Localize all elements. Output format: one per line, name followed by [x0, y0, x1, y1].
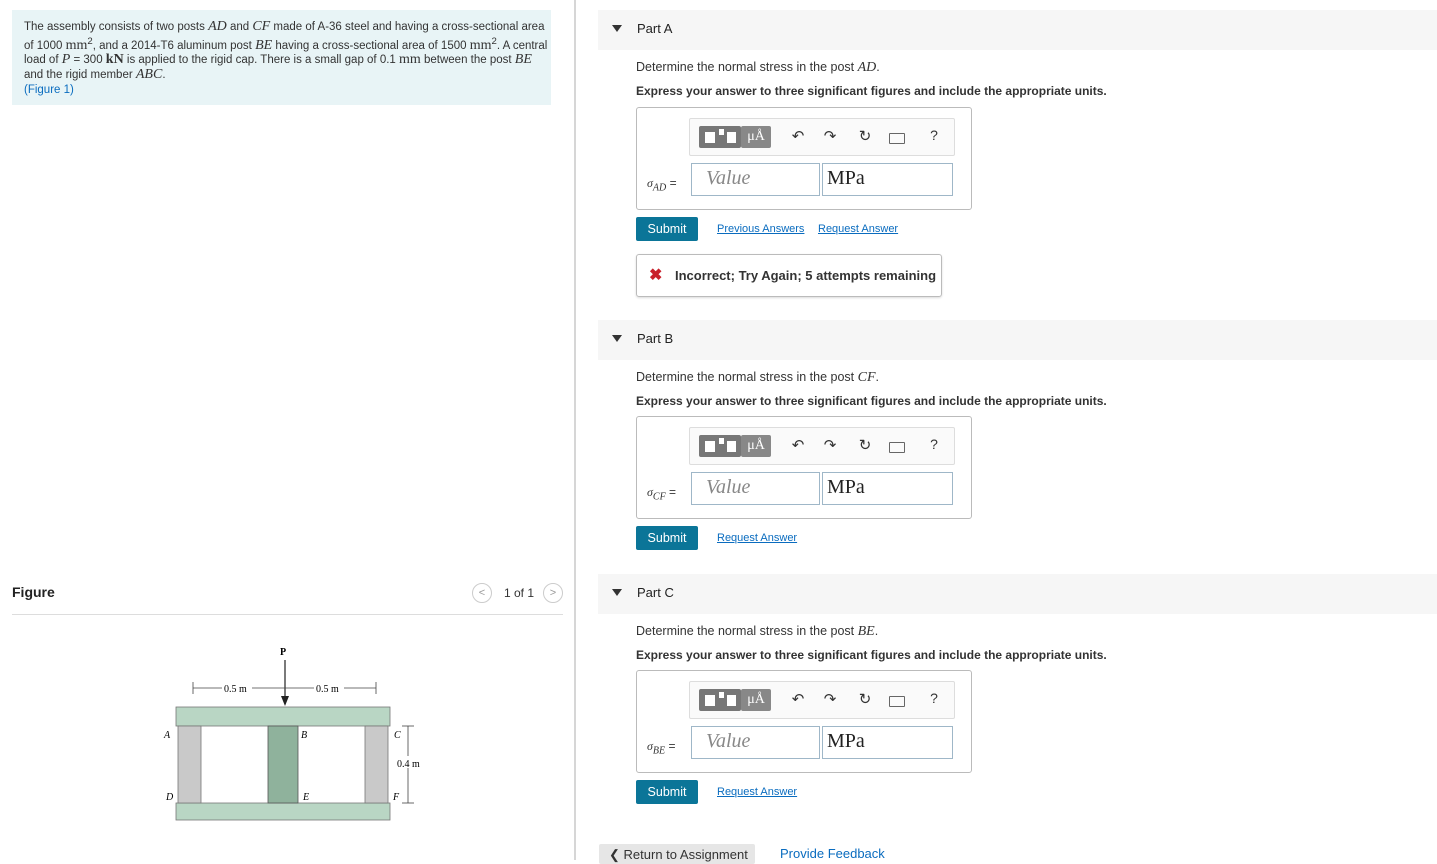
help-icon[interactable]: ? — [924, 127, 944, 143]
assembly-figure: P 0.5 m 0.5 m A D B E C F 0.4 m — [163, 647, 427, 821]
units-button[interactable]: μÅ — [741, 689, 771, 711]
dim-right-label: 0.5 m — [316, 684, 339, 695]
value-input[interactable]: Value — [691, 726, 820, 759]
units-input[interactable]: MPa — [822, 726, 953, 759]
part-c-label: Part C — [637, 585, 674, 600]
next-figure-button[interactable]: > — [543, 583, 563, 603]
math-toolbar: μÅ ↶ ↷ ↻ ? — [689, 118, 955, 156]
submit-button[interactable]: Submit — [636, 217, 698, 241]
base — [175, 802, 391, 821]
dim-left-label: 0.5 m — [224, 684, 247, 695]
units-input[interactable]: MPa — [822, 472, 953, 505]
part-c-instruction: Express your answer to three significant… — [636, 648, 1107, 662]
redo-icon[interactable]: ↷ — [820, 127, 840, 145]
feedback-message: ✖ Incorrect; Try Again; 5 attempts remai… — [636, 254, 942, 297]
keyboard-icon[interactable] — [889, 442, 905, 453]
part-a-header[interactable]: Part A — [598, 10, 1437, 50]
figure-pager: < 1 of 1 > — [471, 583, 563, 603]
previous-answers-link[interactable]: Previous Answers — [717, 223, 804, 235]
part-a-question: Determine the normal stress in the post … — [636, 60, 880, 75]
undo-icon[interactable]: ↶ — [788, 436, 808, 454]
value-input[interactable]: Value — [691, 163, 820, 196]
label-A: A — [163, 730, 171, 741]
collapse-triangle-icon[interactable] — [612, 589, 622, 596]
undo-icon[interactable]: ↶ — [788, 127, 808, 145]
label-E: E — [302, 792, 309, 803]
templates-icon[interactable] — [699, 435, 741, 457]
submit-button[interactable]: Submit — [636, 780, 698, 804]
submit-button[interactable]: Submit — [636, 526, 698, 550]
post-CF — [364, 725, 389, 804]
keyboard-icon[interactable] — [889, 133, 905, 144]
part-b-header[interactable]: Part B — [598, 320, 1437, 360]
problem-statement: The assembly consists of two posts AD an… — [12, 10, 551, 105]
collapse-triangle-icon[interactable] — [612, 25, 622, 32]
part-a-answer-box: μÅ ↶ ↷ ↻ ? σAD = Value MPa — [636, 107, 972, 210]
keyboard-icon[interactable] — [889, 696, 905, 707]
figure-link[interactable]: (Figure 1) — [24, 84, 74, 96]
post-BE — [267, 725, 299, 804]
figure-title: Figure — [12, 584, 55, 600]
figure-count: 1 of 1 — [503, 586, 534, 600]
label-B: B — [301, 730, 307, 741]
sigma-ad-label: σAD = — [647, 176, 677, 194]
request-answer-link[interactable]: Request Answer — [717, 786, 797, 798]
math-toolbar: μÅ ↶ ↷ ↻ ? — [689, 427, 955, 465]
load-arrow-head — [281, 696, 289, 706]
part-c-question: Determine the normal stress in the post … — [636, 624, 879, 639]
part-b-answer-box: μÅ ↶ ↷ ↻ ? σCF = Value MPa — [636, 416, 972, 519]
request-answer-link[interactable]: Request Answer — [717, 532, 797, 544]
part-b-label: Part B — [637, 331, 674, 346]
math-toolbar: μÅ ↶ ↷ ↻ ? — [689, 681, 955, 719]
part-c-header[interactable]: Part C — [598, 574, 1437, 614]
reset-icon[interactable]: ↻ — [855, 436, 875, 454]
part-a-label: Part A — [637, 21, 673, 36]
part-a-instruction: Express your answer to three significant… — [636, 84, 1107, 98]
part-b-question: Determine the normal stress in the post … — [636, 370, 879, 385]
help-icon[interactable]: ? — [924, 436, 944, 452]
redo-icon[interactable]: ↷ — [820, 436, 840, 454]
redo-icon[interactable]: ↷ — [820, 690, 840, 708]
sigma-cf-label: σCF = — [647, 485, 677, 503]
label-F: F — [392, 792, 400, 803]
height-label: 0.4 m — [397, 759, 420, 770]
units-button[interactable]: μÅ — [741, 435, 771, 457]
right-panel: Part A Determine the normal stress in th… — [576, 0, 1437, 864]
return-to-assignment-button[interactable]: ❮ Return to Assignment — [599, 844, 755, 864]
value-input[interactable]: Value — [691, 472, 820, 505]
prev-figure-button[interactable]: < — [471, 583, 492, 603]
figure-header: Figure < 1 of 1 > — [12, 583, 563, 615]
label-P: P — [280, 647, 286, 658]
rigid-cap — [175, 706, 391, 727]
reset-icon[interactable]: ↻ — [855, 690, 875, 708]
templates-icon[interactable] — [699, 126, 741, 148]
templates-icon[interactable] — [699, 689, 741, 711]
left-panel: The assembly consists of two posts AD an… — [0, 0, 575, 860]
undo-icon[interactable]: ↶ — [788, 690, 808, 708]
provide-feedback-link[interactable]: Provide Feedback — [780, 846, 885, 861]
collapse-triangle-icon[interactable] — [612, 335, 622, 342]
label-D: D — [165, 792, 174, 803]
incorrect-x-icon: ✖ — [649, 267, 663, 284]
label-C: C — [394, 730, 401, 741]
post-AD — [177, 725, 202, 804]
part-c-answer-box: μÅ ↶ ↷ ↻ ? σBE = Value MPa — [636, 670, 972, 773]
request-answer-link[interactable]: Request Answer — [818, 223, 898, 235]
units-input[interactable]: MPa — [822, 163, 953, 196]
reset-icon[interactable]: ↻ — [855, 127, 875, 145]
problem-text: The assembly consists of two posts AD an… — [24, 19, 548, 97]
sigma-be-label: σBE = — [647, 739, 676, 757]
units-button[interactable]: μÅ — [741, 126, 771, 148]
help-icon[interactable]: ? — [924, 690, 944, 706]
part-b-instruction: Express your answer to three significant… — [636, 394, 1107, 408]
